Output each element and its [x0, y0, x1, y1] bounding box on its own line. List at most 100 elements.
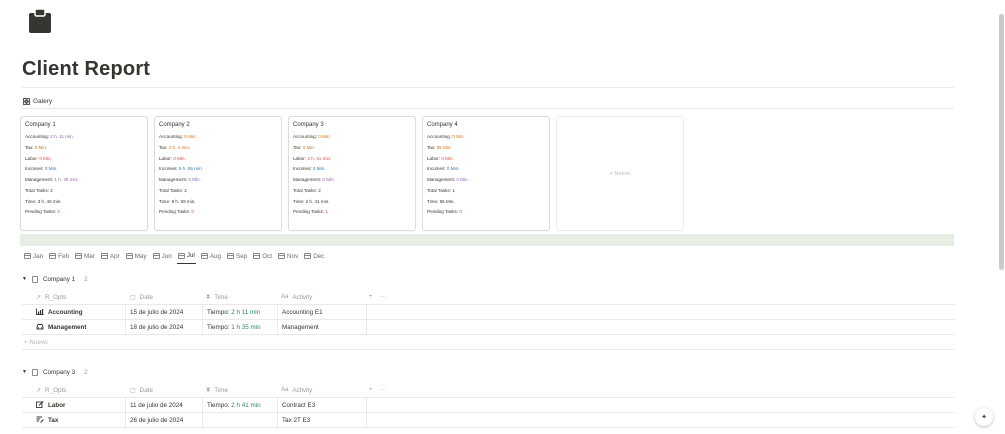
caret-down-icon[interactable]: ▼ [22, 276, 27, 282]
group-header[interactable]: ▼ Company 1 2 [22, 273, 955, 285]
cell-ropts[interactable]: Accounting [22, 308, 125, 317]
clipboard-icon [29, 8, 51, 33]
cell-activity[interactable]: Tax 2T E3 [277, 412, 367, 428]
tab-jan[interactable]: Jan [23, 251, 44, 264]
chart-icon [36, 308, 44, 317]
column-ropts[interactable]: ↗ R_Opts [22, 387, 125, 394]
tab-mar[interactable]: Mar [74, 251, 96, 264]
table-row[interactable]: Management 18 de julio de 2024 Tiempo: 1 h… [22, 319, 955, 335]
cell-date[interactable]: 11 de julio de 2024 [125, 397, 202, 413]
column-activity[interactable]: Aa Activity [277, 294, 367, 301]
calendar-icon [177, 252, 185, 259]
group-name: Company 1 [42, 275, 76, 283]
tab-jul[interactable]: Jul [176, 251, 196, 264]
tab-sep[interactable]: Sep [226, 251, 248, 264]
plus-icon[interactable]: + [369, 387, 373, 393]
tab-nov[interactable]: Nov [277, 251, 299, 264]
group-count: 2 [84, 368, 88, 376]
activity-value: Management [282, 323, 319, 331]
card-row-label: Labor: [159, 155, 174, 161]
scrollbar[interactable] [999, 14, 1004, 270]
cell-date[interactable]: 15 de julio de 2024 [125, 304, 202, 320]
month-tabs: Jan Feb Mar Apr May Jun Jul Aug Sep Oct Nov Dec [23, 251, 325, 264]
help-button[interactable]: ✦ [975, 408, 993, 426]
cell-activity[interactable]: Accounting E1 [277, 304, 367, 320]
company-card[interactable]: Company 4 Accounting: 0 Min. Tax: 55 Min. L… [422, 116, 550, 231]
document-icon [31, 368, 38, 376]
card-row: Accounting: 0 Min. [427, 134, 545, 140]
table-row[interactable]: Accounting 15 de julio de 2024 Tiempo: 2 h… [22, 304, 955, 320]
column-label: R_Opts [45, 293, 67, 301]
cell-time[interactable]: Tiempo: 1 h 35 min [202, 319, 277, 335]
column-date[interactable]: ▢ Date [125, 387, 202, 394]
card-row-label: Management: [293, 177, 323, 183]
tab-label: Feb [58, 252, 70, 260]
card-row-value: 2 h. 11 min. [50, 134, 74, 139]
new-row-button[interactable]: + Nuevo [22, 335, 955, 350]
view-tab-galery[interactable]: Galery [23, 95, 52, 107]
gallery: Company 1 Accounting: 2 h. 11 min. Tax: 0 … [20, 116, 684, 231]
tab-dec[interactable]: Dec [303, 251, 325, 264]
column-date[interactable]: ▢ Date [125, 294, 202, 301]
banner [20, 234, 954, 246]
time-value: Tiempo: 2 h 41 min [207, 402, 261, 409]
cell-time[interactable]: Tiempo: 2 h 41 min [202, 397, 277, 413]
group-header[interactable]: ▼ Company 3 2 [22, 366, 955, 378]
column-actions: + ··· [367, 387, 395, 393]
activity-value: Accounting E1 [282, 308, 323, 316]
new-card-button[interactable]: + Nuevo [556, 116, 684, 231]
more-icon[interactable]: ··· [381, 387, 387, 393]
column-time[interactable]: ⧗ Time [202, 294, 277, 301]
card-row-value: 0 Min. [312, 166, 326, 172]
tab-apr[interactable]: Apr [100, 251, 121, 264]
table-row[interactable]: Labor 11 de julio de 2024 Tiempo: 2 h 41 m… [22, 397, 955, 413]
company-card[interactable]: Company 1 Accounting: 2 h. 11 min. Tax: 0 … [20, 116, 148, 231]
column-time[interactable]: ⧗ Time [202, 387, 277, 394]
cell-time[interactable]: Tiempo: 2 h 11 min [202, 304, 277, 320]
cell-activity[interactable]: Contract E3 [277, 397, 367, 413]
calendar-icon [125, 253, 133, 259]
column-ropts[interactable]: ↗ R_Opts [22, 294, 125, 301]
card-row: Tax: 0 Min. [293, 145, 411, 151]
calendar-icon [75, 253, 83, 259]
hourglass-icon: ⧗ [206, 386, 211, 393]
card-row-value: 2 [184, 187, 187, 193]
more-icon[interactable]: ··· [381, 294, 387, 300]
car-icon [36, 323, 44, 332]
card-row-label: Tax: [159, 144, 169, 150]
table-row[interactable]: Tax 26 de julio de 2024 Tax 2T E3 [22, 412, 955, 428]
tab-oct[interactable]: Oct [252, 251, 273, 264]
plus-icon[interactable]: + [369, 294, 373, 300]
card-row-label: Management: [427, 177, 457, 183]
tab-feb[interactable]: Feb [48, 251, 70, 264]
tab-jun[interactable]: Jun [152, 251, 173, 264]
card-row: Incomes: 0 Min. [25, 167, 143, 172]
time-amount: 2 h 11 min [231, 308, 261, 316]
cell-time[interactable] [202, 412, 277, 428]
time-prefix: Tiempo: [207, 308, 232, 316]
card-row: Total Tasks: 2 [293, 188, 411, 194]
cell-ropts[interactable]: Tax [22, 416, 125, 425]
activity-value: Tax 2T E3 [282, 416, 311, 424]
cell-date[interactable]: 18 de julio de 2024 [125, 319, 202, 335]
card-row-label: Incomes: [427, 166, 447, 172]
tab-aug[interactable]: Aug [200, 251, 222, 264]
card-row-value: 3 h. 46 min. [37, 198, 62, 204]
card-row: Time: 2 h. 41 min. [293, 199, 411, 205]
card-row: Time: 8 h. 59 min. [159, 199, 277, 205]
caret-down-icon[interactable]: ▼ [22, 369, 27, 375]
company-card[interactable]: Company 2 Accounting: 0 Min. Tax: 2 h. 4 m… [154, 116, 282, 231]
tab-may[interactable]: May [125, 251, 148, 264]
card-row-value: 55 Min. [439, 198, 455, 204]
column-activity[interactable]: Aa Activity [277, 387, 367, 394]
cell-date[interactable]: 26 de julio de 2024 [125, 412, 202, 428]
calendar-icon [152, 253, 160, 259]
cell-ropts[interactable]: Labor [22, 400, 125, 410]
company-card[interactable]: Company 3 Accounting: 0 Min. Tax: 0 Min. La… [288, 116, 416, 231]
card-row: Labor: 0 Min. [427, 156, 545, 162]
table-header: ↗ R_Opts ▢ Date ⧗ Time Aa Activity + ··· [22, 383, 955, 398]
card-row-label: Incomes: [25, 166, 45, 172]
cell-ropts[interactable]: Management [22, 323, 125, 332]
card-row-value: 0 Min. [322, 177, 335, 183]
cell-activity[interactable]: Management [277, 319, 367, 335]
